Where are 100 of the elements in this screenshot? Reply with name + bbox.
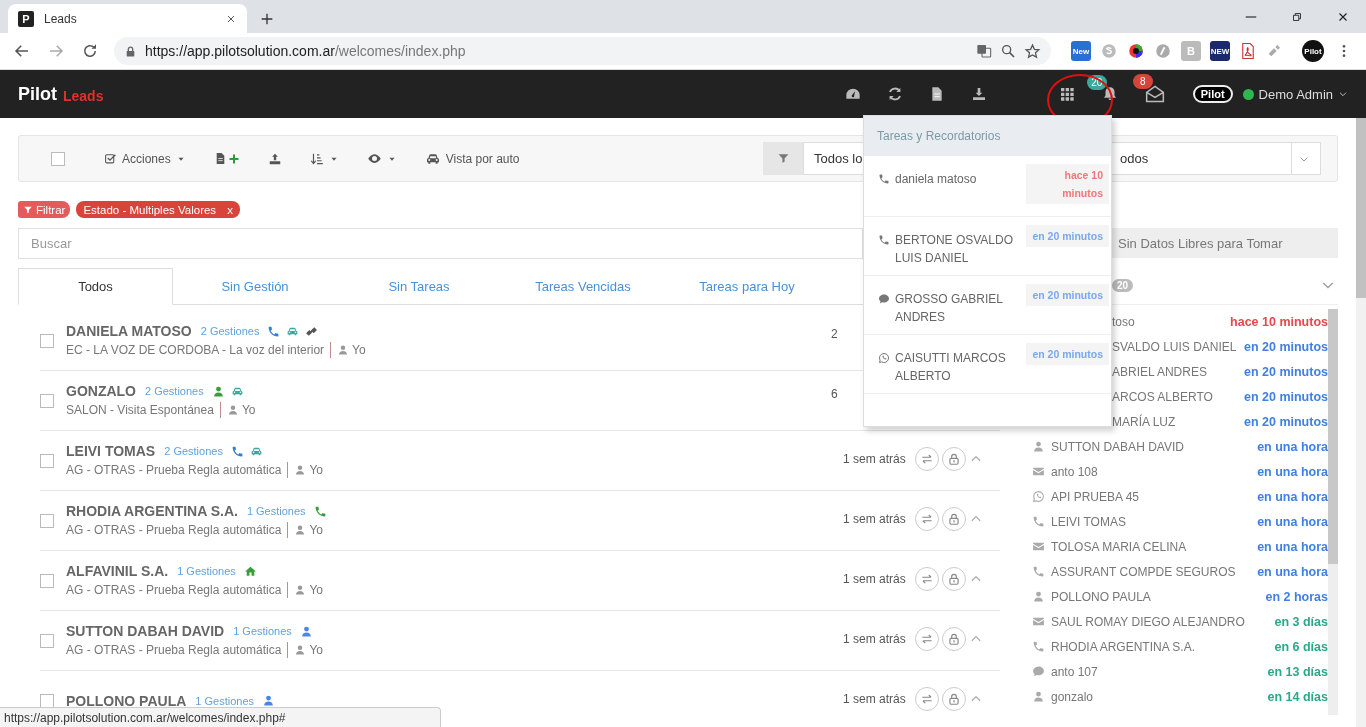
row-checkbox[interactable] bbox=[40, 513, 54, 528]
envelope-icon[interactable] bbox=[1144, 84, 1165, 104]
task-item[interactable]: API PRUEBA 45 en una hora bbox=[1020, 484, 1328, 509]
notification-item[interactable]: CAISUTTI MARCOS ALBERTO en 20 minutos bbox=[864, 335, 1111, 394]
star-icon[interactable] bbox=[1024, 42, 1041, 60]
row-checkbox[interactable] bbox=[40, 333, 54, 348]
search-field[interactable]: Buscar bbox=[18, 228, 863, 259]
task-item[interactable]: RHODIA ARGENTINA S.A. en 6 días bbox=[1020, 634, 1328, 659]
lead-name[interactable]: GONZALO bbox=[66, 383, 136, 399]
phone-icon bbox=[1032, 515, 1045, 528]
extension-icon[interactable] bbox=[1127, 42, 1145, 60]
lead-name[interactable]: RHODIA ARGENTINA S.A. bbox=[66, 503, 238, 519]
task-item[interactable]: ASSURANT COMPDE SEGUROS en una hora bbox=[1020, 559, 1328, 584]
lead-time: 2 bbox=[831, 327, 839, 341]
lock-button[interactable] bbox=[942, 447, 966, 471]
lock-button[interactable] bbox=[942, 507, 966, 531]
download-icon[interactable] bbox=[970, 86, 987, 102]
task-item[interactable]: gonzalo en 14 días bbox=[1020, 684, 1328, 709]
task-time: hace 10 minutos bbox=[1230, 314, 1328, 329]
row-checkbox[interactable] bbox=[40, 633, 54, 648]
notification-item[interactable]: GROSSO GABRIEL ANDRES en 20 minutos bbox=[864, 276, 1111, 335]
extension-icon[interactable]: NEW bbox=[1210, 41, 1230, 61]
upload-button[interactable] bbox=[267, 151, 282, 166]
actions-dropdown[interactable]: Acciones bbox=[104, 151, 186, 166]
task-item[interactable]: SAUL ROMAY DIEGO ALEJANDRO en 3 días bbox=[1020, 609, 1328, 634]
row-checkbox[interactable] bbox=[40, 453, 54, 468]
filter-icon bbox=[23, 204, 33, 215]
lead-name[interactable]: DANIELA MATOSO bbox=[66, 323, 192, 339]
new-tab-button[interactable] bbox=[259, 11, 275, 27]
task-time: en 20 minutos bbox=[1243, 414, 1328, 429]
activity-count[interactable]: 1 Gestiones bbox=[195, 694, 254, 707]
chat-bubble-phone-icon bbox=[878, 352, 890, 364]
transfer-button[interactable] bbox=[915, 687, 939, 711]
page-scrollbar[interactable] bbox=[1356, 118, 1366, 727]
task-time: en 3 días bbox=[1274, 614, 1328, 629]
notification-name: GROSSO GABRIEL ANDRES bbox=[895, 291, 1004, 326]
lock-button[interactable] bbox=[942, 627, 966, 651]
extension-icon[interactable]: New bbox=[1071, 41, 1091, 61]
tab[interactable]: Sin Tareas bbox=[337, 268, 501, 305]
activity-count[interactable]: 1 Gestiones bbox=[233, 625, 292, 637]
owner-name: Yo bbox=[309, 583, 323, 597]
phone-icon bbox=[878, 173, 890, 185]
user-menu[interactable]: Demo Admin bbox=[1242, 86, 1348, 102]
brand-logo[interactable]: Pilot bbox=[18, 83, 57, 105]
filter-button[interactable]: Filtrar bbox=[18, 201, 71, 218]
eye-icon bbox=[366, 151, 382, 166]
transfer-button[interactable] bbox=[915, 627, 939, 651]
lead-name[interactable]: SUTTON DABAH DAVID bbox=[66, 623, 225, 639]
lock-button[interactable] bbox=[942, 687, 966, 711]
task-item[interactable]: anto 107 en 13 días bbox=[1020, 659, 1328, 684]
task-item[interactable]: SUTTON DABAH DAVID en una hora bbox=[1020, 434, 1328, 459]
tab[interactable]: Sin Gestión bbox=[173, 268, 337, 305]
address-bar[interactable]: https://app.pilotsolution.com.ar/welcomes/index.php bbox=[114, 37, 1051, 65]
sort-dropdown[interactable] bbox=[309, 151, 339, 166]
tab[interactable]: Tareas para Hoy bbox=[665, 268, 829, 305]
transfer-button[interactable] bbox=[915, 507, 939, 531]
zoom-icon[interactable] bbox=[1000, 43, 1016, 59]
activity-count[interactable]: 2 Gestiones bbox=[145, 385, 204, 397]
row-checkbox[interactable] bbox=[40, 393, 54, 408]
task-item[interactable]: LEIVI TOMAS en una hora bbox=[1020, 509, 1328, 534]
activity-count[interactable]: 1 Gestiones bbox=[177, 565, 236, 577]
row-checkbox[interactable] bbox=[40, 573, 54, 588]
notification-item[interactable]: BERTONE OSVALDO LUIS DANIEL en 20 minutos bbox=[864, 217, 1111, 276]
tab[interactable]: Todos bbox=[18, 268, 173, 305]
notification-item[interactable]: daniela matoso hace 10 minutos bbox=[864, 156, 1111, 217]
lead-name[interactable]: ALFAVINIL S.A. bbox=[66, 563, 169, 579]
task-time: en una hora bbox=[1257, 464, 1328, 479]
refresh-icon[interactable] bbox=[886, 86, 903, 102]
tab[interactable]: Tareas Vencidas bbox=[501, 268, 665, 305]
lock-icon bbox=[947, 572, 961, 586]
person-icon bbox=[1032, 690, 1045, 703]
task-item[interactable]: POLLONO PAULA en 2 horas bbox=[1020, 584, 1328, 609]
browser-tab[interactable]: P Leads bbox=[8, 4, 247, 33]
notification-count[interactable]: 20 bbox=[1086, 75, 1107, 90]
task-item[interactable]: TOLOSA MARIA CELINA en una hora bbox=[1020, 534, 1328, 559]
view-dropdown[interactable] bbox=[366, 151, 397, 166]
transfer-button[interactable] bbox=[915, 447, 939, 471]
activity-count[interactable]: 2 Gestiones bbox=[164, 445, 223, 457]
lead-time: 1 sem atrás bbox=[843, 692, 907, 706]
activity-count[interactable]: 1 Gestiones bbox=[246, 505, 306, 517]
activity-count[interactable]: 2 Gestiones bbox=[200, 325, 260, 337]
filter-chip[interactable]: Estado - Multiples Valores x bbox=[76, 201, 240, 218]
task-time: en una hora bbox=[1257, 564, 1328, 579]
lead-name[interactable]: LEIVI TOMAS bbox=[66, 443, 156, 459]
profile-avatar[interactable]: Pilot bbox=[1302, 40, 1324, 62]
transfer-button[interactable] bbox=[915, 567, 939, 591]
speedometer-icon[interactable] bbox=[844, 86, 861, 102]
company-logo: Pilot bbox=[1192, 85, 1233, 103]
grid-icon[interactable] bbox=[1058, 86, 1075, 102]
row-checkbox[interactable] bbox=[40, 693, 54, 708]
lead-name[interactable]: POLLONO PAULA bbox=[66, 692, 187, 709]
message-count[interactable]: 8 bbox=[1132, 74, 1153, 89]
scrollbar[interactable] bbox=[1328, 309, 1338, 715]
task-item[interactable]: anto 108 en una hora bbox=[1020, 459, 1328, 484]
forward-icon bbox=[47, 42, 65, 60]
remove-chip-button[interactable]: x bbox=[227, 203, 233, 216]
lock-button[interactable] bbox=[942, 567, 966, 591]
car-view-button[interactable]: Vista por auto bbox=[424, 150, 520, 167]
translate-icon[interactable] bbox=[976, 43, 992, 59]
select-all-checkbox[interactable] bbox=[51, 151, 65, 166]
